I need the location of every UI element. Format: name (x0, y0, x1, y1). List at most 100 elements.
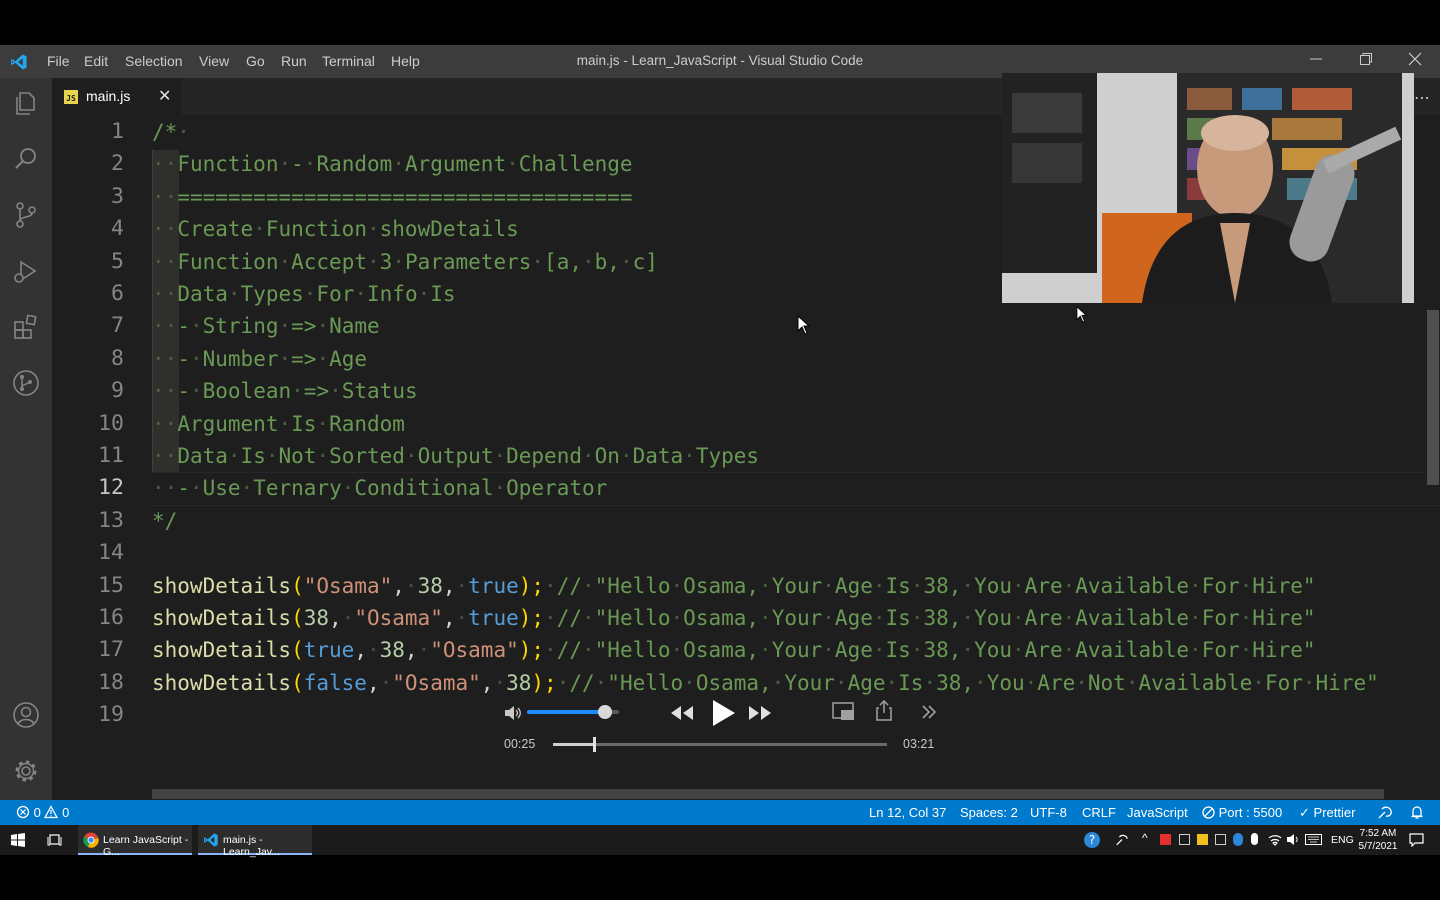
tray-app-yellow-icon[interactable] (1197, 834, 1208, 845)
restore-button[interactable] (1352, 50, 1380, 72)
notifications-bell-icon[interactable] (1410, 805, 1424, 820)
prettier-status[interactable]: ✓ Prettier (1299, 805, 1355, 821)
prettier-label: Prettier (1313, 805, 1356, 820)
feedback-icon[interactable] (1377, 805, 1393, 820)
show-hidden-icons-chevron-icon[interactable]: ^ (1142, 831, 1148, 845)
action-center-icon[interactable] (1409, 833, 1424, 847)
menu-selection[interactable]: Selection (125, 53, 183, 69)
pen-icon[interactable] (1115, 833, 1129, 847)
source-control-icon[interactable] (11, 200, 41, 230)
problems-indicator[interactable]: 0 0 (16, 805, 69, 820)
code-line[interactable]: 10 ··Argument·Is·Random (52, 408, 1440, 440)
more-actions-icon[interactable]: ⋯ (1414, 88, 1430, 107)
argument: true (468, 573, 519, 598)
git-graph-icon[interactable] (11, 368, 41, 398)
wifi-icon[interactable] (1268, 833, 1282, 846)
menu-help[interactable]: Help (391, 53, 420, 69)
fast-forward-icon[interactable] (747, 704, 773, 722)
picture-in-picture-icon[interactable] (832, 702, 856, 722)
argument: "Osama" (430, 638, 519, 663)
encoding[interactable]: UTF-8 (1030, 805, 1067, 820)
input-language[interactable]: ENG (1331, 834, 1354, 846)
tab-close-icon[interactable]: ✕ (158, 86, 171, 105)
seek-bar-knob[interactable] (593, 737, 597, 752)
task-view-icon[interactable] (47, 833, 62, 847)
code-line[interactable]: 9 ··-·Boolean·=>·Status (52, 375, 1440, 407)
code-comment: ··==================================== (152, 184, 633, 209)
comma: , (480, 670, 494, 695)
vscode-logo-icon[interactable] (10, 53, 28, 71)
tray-app-red-icon[interactable] (1160, 834, 1171, 845)
cursor-position[interactable]: Ln 12, Col 37 (869, 805, 946, 820)
play-icon[interactable] (709, 698, 737, 728)
menu-file[interactable]: File (47, 53, 70, 69)
menu-edit[interactable]: Edit (84, 53, 108, 69)
argument: 38 (506, 670, 532, 695)
end-of-line[interactable]: CRLF (1082, 805, 1116, 820)
settings-gear-icon[interactable] (11, 756, 41, 786)
taskbar-app-chrome[interactable]: Learn JavaScript - G... (78, 825, 192, 858)
whitespace: · (455, 606, 469, 630)
paren: ( (291, 638, 304, 663)
code-line[interactable]: 17 showDetails(true,·38,·"Osama");·//·"He… (52, 634, 1440, 666)
code-line[interactable]: 12 ··-·Use·Ternary·Conditional·Operator (52, 472, 1440, 504)
code-line[interactable]: 14 (52, 537, 1440, 569)
menu-terminal[interactable]: Terminal (322, 53, 375, 69)
code-line[interactable]: 16 showDetails(38,·"Osama",·true);·//·"He… (52, 602, 1440, 634)
keyboard-icon[interactable] (1305, 834, 1322, 845)
live-server-port[interactable]: Port : 5500 (1202, 805, 1282, 820)
windows-start-icon[interactable] (11, 833, 25, 847)
code-line[interactable]: 13 */ (52, 505, 1440, 537)
extensions-icon[interactable] (11, 312, 41, 342)
explorer-icon[interactable] (11, 88, 41, 118)
code-comment: ··Create·Function·showDetails (152, 217, 519, 242)
taskbar-app-vscode[interactable]: main.js - Learn_Jav... (198, 825, 312, 858)
function-name: showDetails (152, 573, 292, 598)
code-line[interactable]: 11 ··Data·Is·Not·Sorted·Output·Depend·On·… (52, 440, 1440, 472)
rewind-icon[interactable] (669, 704, 695, 722)
volume-slider-knob[interactable] (598, 705, 613, 719)
clock[interactable]: 7:52 AM 5/7/2021 (1357, 827, 1399, 853)
whitespace: · (366, 638, 380, 663)
line-number: 15 (98, 572, 124, 598)
argument: true (468, 606, 519, 630)
line-number: 11 (98, 443, 124, 468)
vertical-scrollbar-thumb[interactable] (1427, 310, 1439, 485)
language-mode[interactable]: JavaScript (1127, 805, 1188, 820)
horizontal-scrollbar[interactable] (152, 789, 1384, 799)
indentation[interactable]: Spaces: 2 (960, 805, 1018, 820)
menu-view[interactable]: View (199, 53, 229, 69)
seek-bar[interactable] (553, 743, 887, 746)
media-player-controls: 00:25 03:21 (495, 695, 947, 763)
check-icon: ✓ (1299, 805, 1310, 820)
account-icon[interactable] (11, 700, 41, 730)
tab-main-js[interactable]: JS main.js ✕ (52, 78, 182, 115)
line-number: 10 (98, 410, 124, 436)
bluetooth-icon[interactable] (1233, 833, 1243, 846)
tray-app-icon[interactable] (1179, 834, 1190, 845)
help-icon[interactable]: ? (1083, 831, 1101, 849)
code-comment: ··Function·Accept·3·Parameters·[a,·b,·c] (152, 249, 658, 274)
error-icon (16, 805, 30, 819)
code-line[interactable]: 18 showDetails(false,·"Osama",·38);·//·"H… (52, 667, 1440, 699)
close-window-button[interactable] (1401, 50, 1429, 72)
menu-run[interactable]: Run (281, 53, 307, 69)
microphone-icon[interactable] (1251, 833, 1258, 845)
volume-icon[interactable] (503, 704, 523, 722)
run-debug-icon[interactable] (11, 256, 41, 286)
code-comment: ·//·"Hello·Osama,·Your·Age·Is·38,·You·Ar… (544, 573, 1316, 598)
code-text: ··Data·Is·Not·Sorted·Output·Depend·On·Da… (152, 440, 759, 472)
code-text: showDetails(false,·"Osama",·38);·//·"Hel… (152, 667, 1379, 699)
minimize-button[interactable] (1302, 50, 1330, 72)
speaker-icon[interactable] (1286, 833, 1300, 846)
code-line[interactable]: 7 ··-·String·=>·Name (52, 310, 1440, 342)
share-icon[interactable] (874, 700, 894, 722)
tray-app-icon[interactable] (1215, 834, 1226, 845)
code-line[interactable]: 15 showDetails("Osama",·38,·true);·//·"He… (52, 570, 1440, 602)
comma: , (366, 670, 380, 695)
menu-go[interactable]: Go (246, 53, 265, 69)
more-options-icon[interactable] (920, 703, 938, 721)
paren: ); (518, 573, 545, 598)
code-line[interactable]: 8 ··-·Number·=>·Age (52, 343, 1440, 375)
search-icon[interactable] (11, 144, 41, 174)
